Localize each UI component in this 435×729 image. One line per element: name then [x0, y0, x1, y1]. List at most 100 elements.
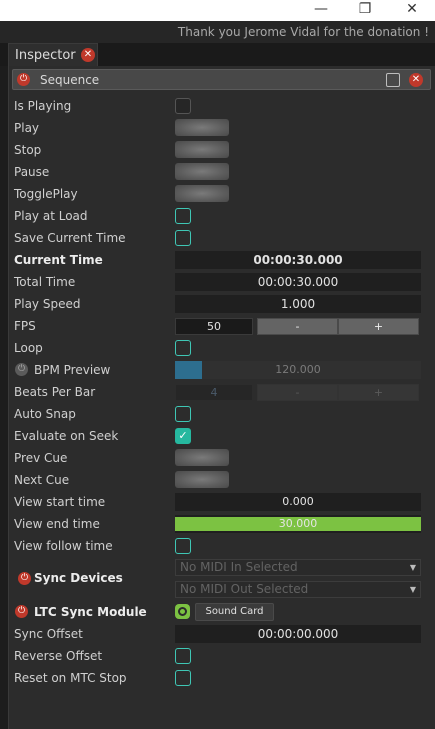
beats-decrement-button: -	[257, 384, 338, 401]
row-ltc-sync-module: ⏻ LTC Sync Module Sound Card	[9, 601, 435, 623]
sequence-remove-icon[interactable]: ✕	[409, 73, 423, 87]
fps-decrement-button[interactable]: -	[257, 318, 338, 335]
toggleplay-trigger-button[interactable]	[175, 185, 229, 202]
maximize-button[interactable]: ❐	[342, 0, 388, 21]
row-play: Play	[9, 117, 435, 139]
auto-snap-checkbox[interactable]	[175, 406, 191, 422]
midi-in-dropdown[interactable]: No MIDI In Selected ▼	[175, 559, 421, 576]
row-view-follow-time: View follow time	[9, 535, 435, 557]
sound-card-button[interactable]: Sound Card	[195, 603, 274, 621]
bpm-preview-label: BPM Preview	[34, 363, 111, 377]
minimize-button[interactable]: —	[298, 0, 344, 21]
play-speed-field[interactable]: 1.000	[175, 295, 421, 313]
ltc-sync-module-label: LTC Sync Module	[34, 605, 147, 619]
play-trigger-button[interactable]	[175, 119, 229, 136]
play-at-load-label: Play at Load	[14, 209, 88, 223]
row-is-playing: Is Playing	[9, 95, 435, 117]
power-icon[interactable]: ⏻	[17, 73, 30, 86]
ltc-power-icon[interactable]: ⏻	[15, 605, 28, 618]
maximize-icon: ❐	[358, 1, 372, 17]
beats-increment-button: +	[338, 384, 419, 401]
is-playing-checkbox	[175, 98, 191, 114]
reset-on-mtc-stop-label: Reset on MTC Stop	[14, 671, 127, 685]
midi-out-dropdown[interactable]: No MIDI Out Selected ▼	[175, 581, 421, 598]
row-play-speed: Play Speed 1.000	[9, 293, 435, 315]
view-end-time-label: View end time	[14, 517, 100, 531]
tab-inspector-label: Inspector	[15, 48, 76, 63]
row-sync-devices: ⏻ Sync Devices No MIDI In Selected ▼ No …	[9, 557, 435, 601]
row-bpm-preview: ⏻ BPM Preview 120.000	[9, 359, 435, 381]
current-time-field[interactable]: 00:00:30.000	[175, 251, 421, 269]
close-icon: ✕	[406, 1, 418, 17]
midi-out-value: No MIDI Out Selected	[180, 582, 309, 596]
play-label: Play	[14, 121, 40, 135]
stop-trigger-button[interactable]	[175, 141, 229, 158]
row-save-current-time: Save Current Time	[9, 227, 435, 249]
play-at-load-checkbox[interactable]	[175, 208, 191, 224]
beats-per-bar-input: 4	[175, 384, 253, 401]
midi-in-value: No MIDI In Selected	[180, 560, 298, 574]
row-stop: Stop	[9, 139, 435, 161]
evaluate-on-seek-label: Evaluate on Seek	[14, 429, 119, 443]
view-follow-time-label: View follow time	[14, 539, 113, 553]
tab-inspector[interactable]: Inspector ✕	[8, 43, 98, 66]
row-current-time: Current Time 00:00:30.000	[9, 249, 435, 271]
window-titlebar: — ❐ ✕	[0, 0, 435, 21]
auto-snap-label: Auto Snap	[14, 407, 76, 421]
view-end-time-slider[interactable]: 30.000	[175, 515, 421, 533]
tab-close-icon[interactable]: ✕	[81, 48, 95, 62]
prev-cue-trigger-button[interactable]	[175, 449, 229, 466]
view-start-time-value: 0.000	[282, 495, 314, 508]
sync-devices-power-icon[interactable]: ⏻	[18, 572, 31, 585]
view-end-time-value: 30.000	[278, 517, 318, 530]
sequence-header[interactable]: ⏻ Sequence ✕	[12, 69, 431, 90]
bpm-power-icon[interactable]: ⏻	[15, 363, 28, 376]
beats-per-bar-label: Beats Per Bar	[14, 385, 96, 399]
inspector-panel: ⏻ Sequence ✕ Is Playing Play Stop Pause …	[8, 66, 435, 729]
row-play-at-load: Play at Load	[9, 205, 435, 227]
reset-on-mtc-stop-checkbox[interactable]	[175, 670, 191, 686]
minimize-icon: —	[314, 1, 328, 17]
row-reset-on-mtc-stop: Reset on MTC Stop	[9, 667, 435, 689]
total-time-field[interactable]: 00:00:30.000	[175, 273, 421, 291]
row-next-cue: Next Cue	[9, 469, 435, 491]
next-cue-label: Next Cue	[14, 473, 70, 487]
row-toggleplay: TogglePlay	[9, 183, 435, 205]
save-current-time-checkbox[interactable]	[175, 230, 191, 246]
is-playing-label: Is Playing	[14, 99, 72, 113]
sequence-title: Sequence	[40, 73, 100, 87]
next-cue-trigger-button[interactable]	[175, 471, 229, 488]
tab-strip: Inspector ✕	[0, 43, 435, 66]
loop-checkbox[interactable]	[175, 340, 191, 356]
row-sync-offset: Sync Offset 00:00:00.000	[9, 623, 435, 645]
row-prev-cue: Prev Cue	[9, 447, 435, 469]
view-start-time-slider[interactable]: 0.000	[175, 493, 421, 511]
row-loop: Loop	[9, 337, 435, 359]
reverse-offset-checkbox[interactable]	[175, 648, 191, 664]
view-start-time-label: View start time	[14, 495, 106, 509]
chevron-down-icon: ▼	[409, 563, 416, 572]
bpm-slider[interactable]: 120.000	[175, 361, 421, 379]
fps-increment-button[interactable]: +	[338, 318, 419, 335]
chevron-down-icon: ▼	[409, 585, 416, 594]
fps-input[interactable]: 50	[175, 318, 253, 335]
ltc-activity-led	[175, 604, 190, 619]
sync-offset-label: Sync Offset	[14, 627, 83, 641]
view-follow-time-checkbox[interactable]	[175, 538, 191, 554]
toggleplay-label: TogglePlay	[14, 187, 78, 201]
row-view-end-time: View end time 30.000	[9, 513, 435, 535]
reverse-offset-label: Reverse Offset	[14, 649, 103, 663]
sequence-enable-checkbox[interactable]	[386, 73, 400, 87]
sync-offset-field[interactable]: 00:00:00.000	[175, 625, 421, 643]
led-dot-icon	[178, 607, 187, 616]
play-speed-label: Play Speed	[14, 297, 81, 311]
bpm-value: 120.000	[275, 363, 321, 376]
sync-devices-label: Sync Devices	[34, 571, 123, 585]
prev-cue-label: Prev Cue	[14, 451, 68, 465]
evaluate-on-seek-checkbox[interactable]: ✓	[175, 428, 191, 444]
current-time-label: Current Time	[14, 253, 103, 267]
fps-label: FPS	[14, 319, 36, 333]
close-window-button[interactable]: ✕	[389, 0, 435, 21]
pause-trigger-button[interactable]	[175, 163, 229, 180]
stop-label: Stop	[14, 143, 42, 157]
